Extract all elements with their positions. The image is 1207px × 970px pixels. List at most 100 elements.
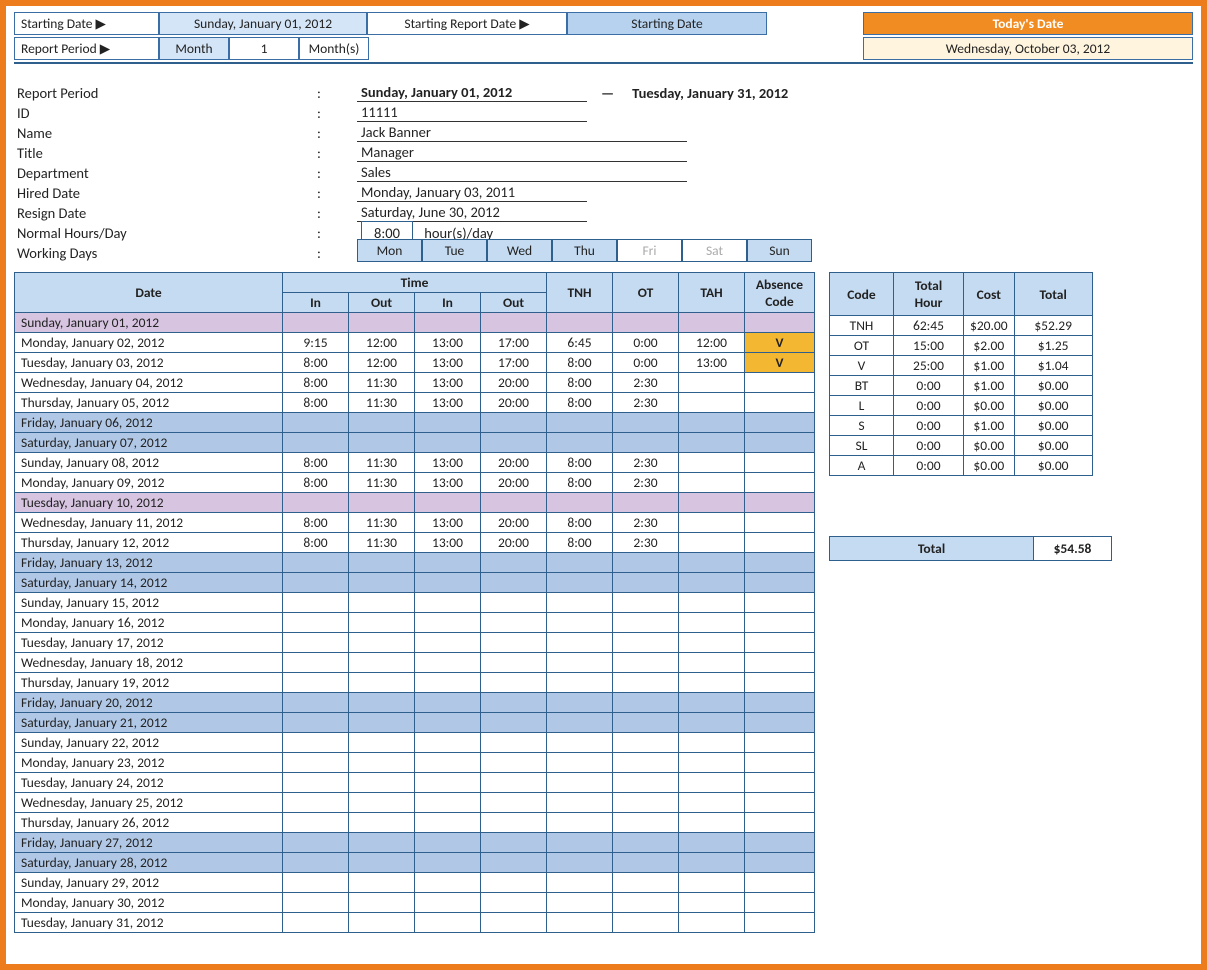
cell-abs[interactable] [745,673,815,693]
table-row[interactable]: Thursday, January 05, 20128:0011:3013:00… [15,393,815,413]
cell-out2[interactable] [481,773,547,793]
cell-in1[interactable] [283,713,349,733]
cell-abs[interactable] [745,613,815,633]
cell-tnh[interactable] [547,913,613,933]
cell-in1[interactable] [283,893,349,913]
cell-out1[interactable]: 11:30 [349,393,415,413]
cell-abs[interactable] [745,573,815,593]
cell-in2[interactable]: 13:00 [415,393,481,413]
cell-out2[interactable] [481,793,547,813]
cell-in2[interactable] [415,553,481,573]
sum-col-total[interactable]: Total [1014,273,1092,316]
cell-abs[interactable] [745,873,815,893]
cell-ot[interactable]: 2:30 [613,373,679,393]
cell-date[interactable]: Thursday, January 26, 2012 [15,813,283,833]
cell-tah[interactable] [679,513,745,533]
cell-tah[interactable] [679,553,745,573]
cell-tnh[interactable] [547,653,613,673]
cell-out2[interactable] [481,753,547,773]
cell-in1[interactable] [283,593,349,613]
cell-in2[interactable] [415,913,481,933]
cell-ot[interactable]: 2:30 [613,453,679,473]
cell-tnh[interactable] [547,493,613,513]
cell-in1[interactable] [283,813,349,833]
cell-tnh[interactable] [547,693,613,713]
table-row[interactable]: Sunday, January 01, 2012 [15,313,815,333]
resign-value[interactable]: Saturday, June 30, 2012 [357,203,587,222]
cell-in2[interactable] [415,633,481,653]
cell-out1[interactable] [349,713,415,733]
cell-abs[interactable] [745,853,815,873]
cell-in1[interactable] [283,653,349,673]
cell-tah[interactable] [679,693,745,713]
cell-tah[interactable] [679,713,745,733]
cell-tah[interactable] [679,493,745,513]
cell-out1[interactable] [349,633,415,653]
cell-abs[interactable] [745,713,815,733]
cell-tnh[interactable]: 8:00 [547,453,613,473]
cell-in2[interactable] [415,833,481,853]
cell-tah[interactable] [679,913,745,933]
cell-tnh[interactable] [547,893,613,913]
table-row[interactable]: Sunday, January 29, 2012 [15,873,815,893]
cell-in1[interactable] [283,733,349,753]
cell-ot[interactable] [613,413,679,433]
cell-date[interactable]: Monday, January 23, 2012 [15,753,283,773]
cell-out2[interactable] [481,553,547,573]
table-row[interactable]: Tuesday, January 31, 2012 [15,913,815,933]
table-row[interactable]: Sunday, January 22, 2012 [15,733,815,753]
cell-abs[interactable]: V [745,333,815,353]
cell-date[interactable]: Tuesday, January 24, 2012 [15,773,283,793]
cell-out1[interactable] [349,493,415,513]
col-in2[interactable]: In [415,293,481,313]
col-out2[interactable]: Out [481,293,547,313]
cell-abs[interactable] [745,313,815,333]
table-row[interactable]: Monday, January 16, 2012 [15,613,815,633]
table-row[interactable]: Tuesday, January 03, 20128:0012:0013:001… [15,353,815,373]
cell-in2[interactable] [415,653,481,673]
cell-out2[interactable] [481,893,547,913]
cell-tnh[interactable]: 8:00 [547,533,613,553]
report-period-unit[interactable]: Month [159,37,229,60]
cell-tah[interactable] [679,833,745,853]
cell-abs[interactable] [745,753,815,773]
cell-abs[interactable] [745,393,815,413]
table-row[interactable]: Saturday, January 07, 2012 [15,433,815,453]
cell-out1[interactable]: 11:30 [349,533,415,553]
table-row[interactable]: Thursday, January 26, 2012 [15,813,815,833]
cell-out1[interactable] [349,753,415,773]
cell-in2[interactable] [415,313,481,333]
cell-date[interactable]: Monday, January 30, 2012 [15,893,283,913]
cell-ot[interactable] [613,833,679,853]
cell-tah[interactable] [679,653,745,673]
cell-in2[interactable] [415,693,481,713]
cell-tah[interactable] [679,873,745,893]
summary-row[interactable]: V25:00$1.00$1.04 [830,356,1093,376]
cell-tnh[interactable] [547,313,613,333]
cell-out1[interactable] [349,873,415,893]
cell-tah[interactable] [679,453,745,473]
cell-ot[interactable] [613,613,679,633]
cell-out1[interactable]: 11:30 [349,373,415,393]
title-value[interactable]: Manager [357,143,687,162]
cell-tnh[interactable] [547,873,613,893]
cell-out1[interactable] [349,893,415,913]
cell-ot[interactable] [613,593,679,613]
table-row[interactable]: Tuesday, January 24, 2012 [15,773,815,793]
cell-tah[interactable] [679,573,745,593]
cell-out1[interactable] [349,653,415,673]
cell-tnh[interactable] [547,773,613,793]
cell-tah[interactable] [679,733,745,753]
cell-tah[interactable] [679,533,745,553]
cell-in1[interactable] [283,793,349,813]
cell-out1[interactable]: 11:30 [349,473,415,493]
col-tah[interactable]: TAH [679,273,745,313]
cell-tnh[interactable] [547,593,613,613]
cell-ot[interactable]: 0:00 [613,353,679,373]
cell-date[interactable]: Tuesday, January 10, 2012 [15,493,283,513]
table-row[interactable]: Friday, January 27, 2012 [15,833,815,853]
cell-out1[interactable] [349,413,415,433]
cell-tah[interactable] [679,413,745,433]
cell-out1[interactable] [349,673,415,693]
cell-tnh[interactable]: 8:00 [547,373,613,393]
